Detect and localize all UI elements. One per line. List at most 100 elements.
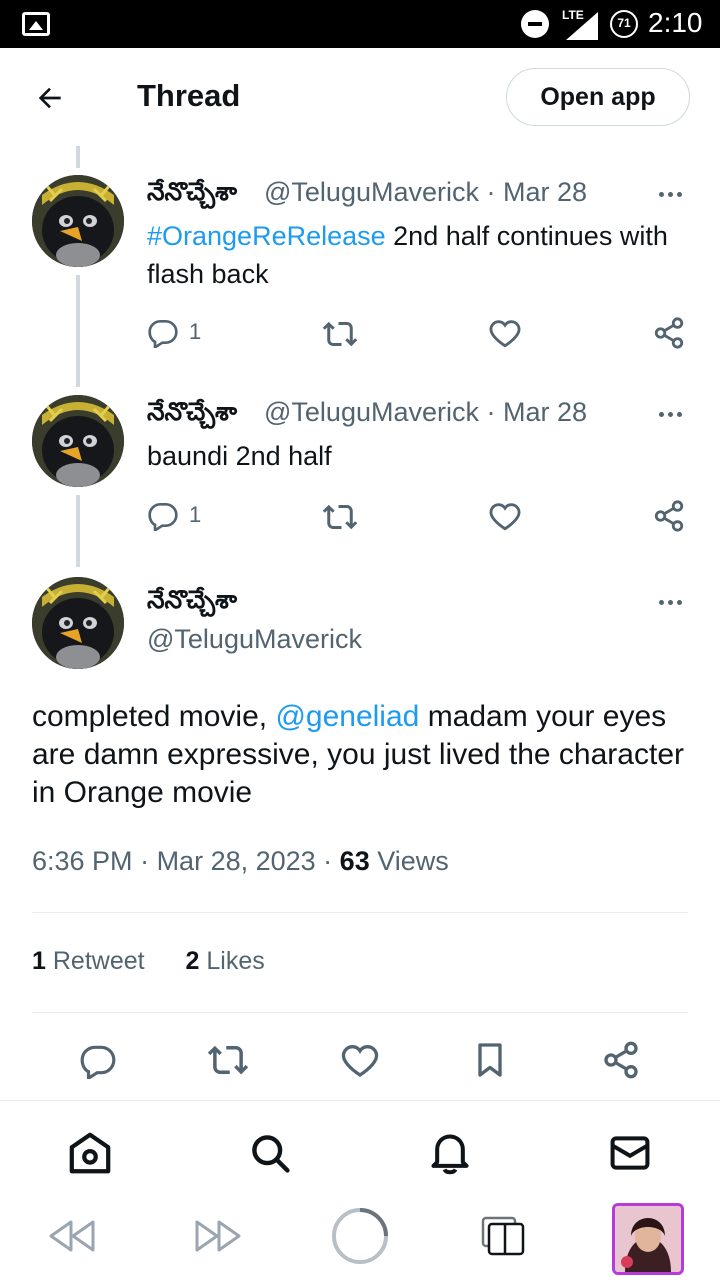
reply-button[interactable]: 1 — [147, 499, 201, 531]
retweets-stat[interactable]: 1 Retweet — [32, 947, 145, 975]
nav-messages[interactable] — [606, 1129, 654, 1177]
tweet-meta: @TeluguMaverick · Mar 28 — [264, 397, 587, 428]
retweet-button[interactable] — [206, 1038, 250, 1082]
reply-count: 1 — [189, 502, 202, 527]
reply-count: 1 — [189, 319, 202, 344]
tweet-text: baundi 2nd half — [147, 441, 332, 471]
browser-back-button[interactable] — [46, 1208, 98, 1264]
reload-icon — [332, 1208, 388, 1264]
views-label: Views — [377, 846, 449, 876]
thread-line — [76, 146, 80, 168]
retweet-count: 1 — [32, 947, 46, 975]
avatar[interactable] — [32, 577, 124, 669]
thread-header: Thread Open app — [0, 48, 720, 146]
like-button[interactable] — [488, 499, 522, 533]
likes-stat[interactable]: 2 Likes — [186, 947, 265, 975]
network-type: LTE — [562, 8, 584, 22]
nav-home[interactable] — [66, 1129, 114, 1177]
bell-icon — [431, 1134, 469, 1175]
reply-button[interactable]: 1 — [147, 316, 201, 348]
browser-profile-thumbnail[interactable] — [612, 1203, 684, 1275]
profile-photo-image — [615, 1206, 681, 1272]
thread-line — [76, 495, 80, 567]
tweet-timestamp: 6:36 PM · Mar 28, 2023 · 63 Views — [32, 846, 449, 876]
views-count: 63 — [339, 846, 370, 876]
meta-separator: · — [479, 177, 503, 207]
share-icon — [654, 500, 684, 532]
likes-count: 2 — [185, 947, 200, 975]
bottom-nav — [0, 1100, 720, 1192]
tweet-date[interactable]: Mar 28 — [503, 397, 587, 427]
likes-label: Likes — [206, 947, 265, 975]
hashtag-link[interactable]: #OrangeReRelease — [147, 221, 386, 251]
share-button[interactable] — [599, 1038, 643, 1082]
nav-search[interactable] — [246, 1129, 294, 1177]
page-title: Thread — [137, 78, 241, 113]
browser-tabs-button[interactable] — [480, 1208, 526, 1264]
tweet-time[interactable]: 6:36 PM — [32, 846, 133, 876]
retweet-icon — [207, 1045, 249, 1075]
reply-icon — [80, 1045, 116, 1079]
bookmark-icon — [478, 1043, 502, 1077]
meta-separator: · — [479, 397, 503, 427]
penguin-avatar-image — [32, 395, 124, 487]
home-icon — [69, 1132, 111, 1174]
tweet-date[interactable]: Mar 28 — [503, 177, 587, 207]
penguin-avatar-image — [32, 175, 124, 267]
more-options-icon[interactable] — [650, 592, 690, 612]
author-name[interactable]: నేనొచ్చేశా — [147, 398, 237, 433]
tweet-text: #OrangeReRelease 2nd half continues with… — [147, 217, 687, 293]
like-button[interactable] — [488, 316, 522, 350]
search-icon — [252, 1135, 290, 1173]
nav-notifications[interactable] — [426, 1129, 474, 1177]
open-app-button[interactable]: Open app — [506, 68, 690, 126]
gallery-notification-icon — [22, 12, 50, 36]
reply-icon — [148, 320, 178, 348]
penguin-avatar-image — [32, 577, 124, 669]
browser-forward-button[interactable] — [192, 1208, 244, 1264]
browser-reload-button[interactable] — [330, 1208, 390, 1264]
back-button[interactable] — [28, 76, 72, 120]
avatar[interactable] — [32, 175, 124, 267]
tweet-meta: @TeluguMaverick · Mar 28 — [264, 177, 587, 208]
main-tweet-actions — [0, 1030, 720, 1090]
tweet-full-date[interactable]: Mar 28, 2023 — [157, 846, 316, 876]
author-name[interactable]: నేనొచ్చేశా — [147, 178, 237, 213]
battery-icon: 71 — [610, 10, 638, 38]
engagement-stats: 1 Retweet 2 Likes — [32, 947, 265, 976]
reply-button[interactable] — [76, 1038, 120, 1082]
retweet-button[interactable] — [322, 499, 358, 535]
reply-icon — [148, 503, 178, 531]
share-icon — [604, 1041, 638, 1079]
back-icon — [49, 1220, 95, 1252]
share-button[interactable] — [652, 316, 686, 350]
clock: 2:10 — [648, 7, 703, 38]
share-icon — [654, 317, 684, 349]
like-button[interactable] — [338, 1038, 382, 1082]
arrow-left-icon — [38, 87, 61, 109]
heart-icon — [489, 320, 521, 348]
retweet-icon — [322, 321, 358, 347]
heart-icon — [341, 1044, 379, 1077]
mail-icon — [610, 1136, 650, 1170]
more-options-icon[interactable] — [650, 404, 690, 424]
more-options-icon[interactable] — [650, 184, 690, 204]
do-not-disturb-icon — [521, 10, 549, 38]
divider — [32, 912, 688, 913]
avatar[interactable] — [32, 395, 124, 487]
author-name[interactable]: నేనొచ్చేశా — [147, 586, 237, 621]
bookmark-button[interactable] — [468, 1038, 512, 1082]
mention-link[interactable]: @geneliad — [275, 700, 419, 733]
main-tweet-text: completed movie, @geneliad madam your ey… — [32, 698, 692, 812]
main-text-before: completed movie, — [32, 700, 276, 733]
retweet-button[interactable] — [322, 316, 358, 352]
share-button[interactable] — [652, 499, 686, 533]
author-handle[interactable]: @TeluguMaverick — [264, 177, 479, 207]
retweet-label: Retweet — [52, 947, 145, 975]
tabs-icon — [481, 1216, 525, 1256]
author-handle[interactable]: @TeluguMaverick — [147, 624, 362, 655]
forward-icon — [195, 1220, 241, 1252]
heart-icon — [489, 503, 521, 531]
retweet-icon — [322, 504, 358, 530]
author-handle[interactable]: @TeluguMaverick — [264, 397, 479, 427]
